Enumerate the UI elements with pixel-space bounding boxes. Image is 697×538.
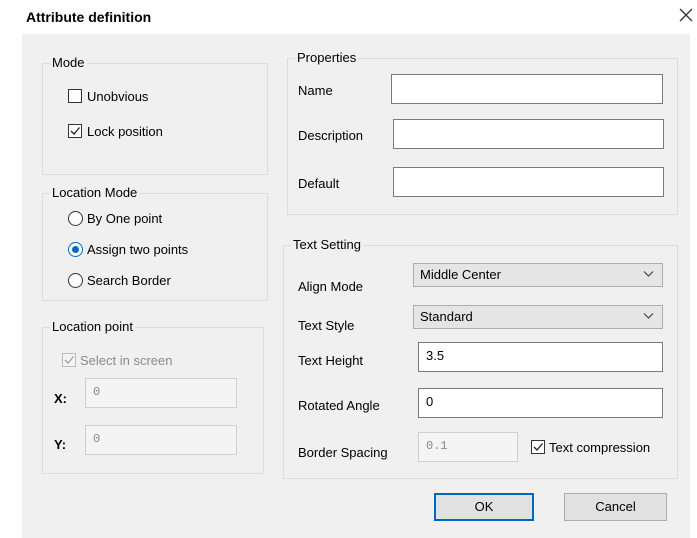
align-mode-select[interactable]: Middle Center bbox=[413, 263, 663, 287]
close-icon[interactable] bbox=[677, 6, 695, 24]
y-input[interactable]: 0 bbox=[85, 425, 237, 455]
properties-group-label: Properties bbox=[295, 50, 359, 66]
text-height-input[interactable]: 3.5 bbox=[418, 342, 663, 372]
text-style-label: Text Style bbox=[298, 318, 355, 333]
location-mode-group-label: Location Mode bbox=[50, 185, 140, 201]
text-style-select[interactable]: Standard bbox=[413, 305, 663, 329]
border-spacing-label: Border Spacing bbox=[298, 445, 388, 460]
align-mode-value: Middle Center bbox=[420, 267, 501, 282]
y-label: Y: bbox=[54, 437, 67, 452]
ok-button[interactable]: OK bbox=[434, 493, 534, 521]
lock-position-label[interactable]: Lock position bbox=[87, 124, 163, 140]
description-label: Description bbox=[298, 128, 364, 143]
mode-group-label: Mode bbox=[50, 55, 87, 71]
location-point-group-label: Location point bbox=[50, 319, 135, 335]
select-in-screen-label[interactable]: Select in screen bbox=[80, 353, 173, 369]
name-input[interactable] bbox=[391, 74, 663, 104]
assign-two-points-label[interactable]: Assign two points bbox=[87, 242, 188, 258]
lock-position-checkbox[interactable] bbox=[68, 124, 82, 138]
text-style-value: Standard bbox=[420, 309, 473, 324]
name-label: Name bbox=[298, 83, 333, 98]
unobvious-checkbox[interactable] bbox=[68, 89, 82, 103]
x-label: X: bbox=[54, 391, 67, 406]
rotated-angle-label: Rotated Angle bbox=[298, 398, 380, 413]
checkmark-icon bbox=[533, 443, 543, 451]
cancel-button[interactable]: Cancel bbox=[564, 493, 667, 521]
dialog-title: Attribute definition bbox=[26, 9, 152, 25]
checkmark-icon bbox=[64, 356, 74, 364]
text-setting-group-label: Text Setting bbox=[291, 237, 363, 253]
x-input[interactable]: 0 bbox=[85, 378, 237, 408]
checkmark-icon bbox=[70, 127, 80, 135]
default-input[interactable] bbox=[393, 167, 664, 197]
default-label: Default bbox=[298, 176, 340, 191]
border-spacing-input[interactable]: 0.1 bbox=[418, 432, 518, 462]
search-border-label[interactable]: Search Border bbox=[87, 273, 171, 289]
text-compression-label[interactable]: Text compression bbox=[549, 440, 650, 456]
by-one-point-radio[interactable] bbox=[68, 211, 83, 226]
align-mode-label: Align Mode bbox=[298, 279, 364, 294]
unobvious-label[interactable]: Unobvious bbox=[87, 89, 148, 105]
rotated-angle-input[interactable]: 0 bbox=[418, 388, 663, 418]
search-border-radio[interactable] bbox=[68, 273, 83, 288]
text-height-label: Text Height bbox=[298, 353, 364, 368]
mode-group: Mode bbox=[42, 55, 268, 175]
by-one-point-label[interactable]: By One point bbox=[87, 211, 162, 227]
assign-two-points-radio[interactable] bbox=[68, 242, 83, 257]
text-compression-checkbox[interactable] bbox=[531, 440, 545, 454]
select-in-screen-checkbox[interactable] bbox=[62, 353, 76, 367]
description-input[interactable] bbox=[393, 119, 664, 149]
chevron-down-icon bbox=[643, 313, 654, 319]
chevron-down-icon bbox=[643, 271, 654, 277]
